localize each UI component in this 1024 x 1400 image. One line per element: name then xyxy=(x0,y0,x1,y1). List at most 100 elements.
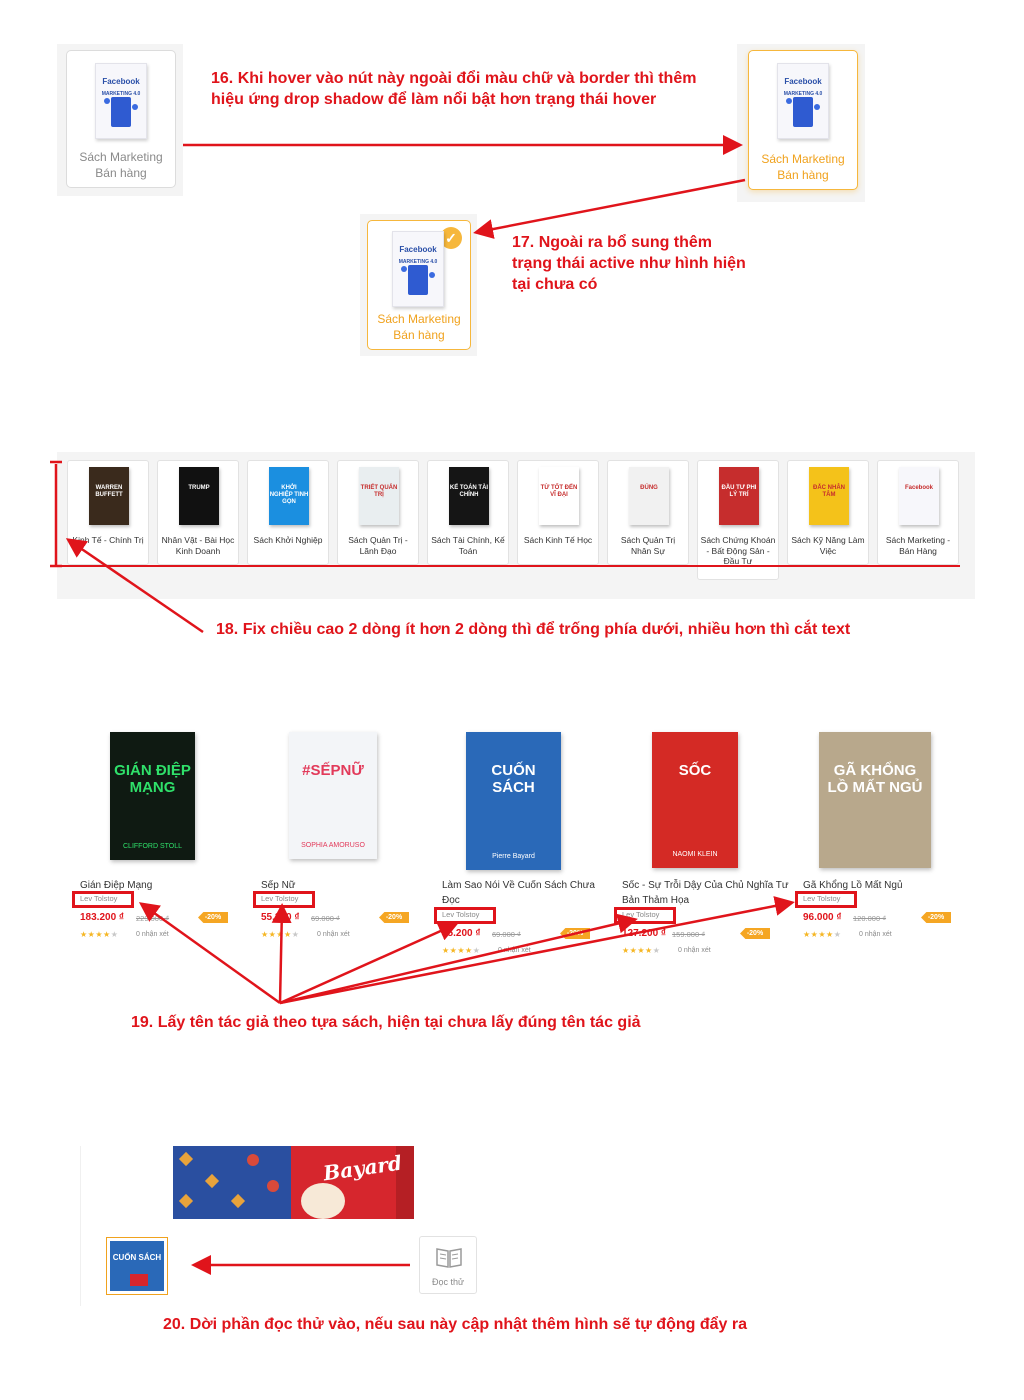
review-count[interactable]: 0 nhận xét xyxy=(498,947,531,954)
product-title[interactable]: Sốc - Sự Trỗi Dậy Của Chủ Nghĩa Tư Bản T… xyxy=(622,878,792,908)
rating-stars: ★★★★★ xyxy=(261,930,300,939)
category-book-cover-title: KHỞI NGHIỆP TINH GỌN xyxy=(269,485,309,505)
product-title[interactable]: Làm Sao Nói Về Cuốn Sách Chưa Đọc xyxy=(442,878,612,908)
product-cover[interactable]: GIÁN ĐIỆP MẠNG CLIFFORD STOLL xyxy=(110,732,195,860)
star-empty-icon: ★ xyxy=(833,930,842,939)
note-18: 18. Fix chiều cao 2 dòng ít hơn 2 dòng t… xyxy=(216,621,851,638)
star-empty-icon: ★ xyxy=(472,946,481,955)
category-name: Nhân Vật - Bài Học Kinh Doanh xyxy=(161,535,235,556)
category-button-hover[interactable]: Facebook MARKETING 4.0 Sách Marketing Bá… xyxy=(748,50,858,190)
discount-badge: -20% xyxy=(379,912,409,923)
product-card[interactable]: #SẾPNỮ SOPHIA AMORUSO Sếp Nữ Lev Tolstoy 55.… xyxy=(253,730,431,970)
review-count[interactable]: 0 nhận xét xyxy=(317,931,350,938)
product-card[interactable]: CUỐN SÁCH Pierre Bayard Làm Sao Nói Về Cuố… xyxy=(434,730,612,970)
category-item[interactable]: ĐÚNG Sách Quản Trị Nhân Sự xyxy=(607,460,689,565)
product-cover[interactable]: #SẾPNỮ SOPHIA AMORUSO xyxy=(289,732,377,859)
product-card[interactable]: GIÁN ĐIỆP MẠNG CLIFFORD STOLL Gián Điệp Mạ… xyxy=(72,730,250,970)
product-author[interactable]: Lev Tolstoy xyxy=(442,910,479,919)
category-name: Sách Tài Chính, Kế Toán xyxy=(431,535,505,556)
note-19: 19. Lấy tên tác giả theo tựa sách, hiện … xyxy=(131,1014,641,1031)
product-cover-title: GIÁN ĐIỆP MẠNG xyxy=(114,762,191,796)
discount-badge: -20% xyxy=(921,912,951,923)
product-cover-subtitle: NAOMI KLEIN xyxy=(672,851,718,858)
category-name: Sách Kỹ Năng Làm Việc xyxy=(791,535,865,556)
book-cover: Facebook MARKETING 4.0 xyxy=(777,63,829,139)
product-author[interactable]: Lev Tolstoy xyxy=(622,910,659,919)
product-cover-subtitle: SOPHIA AMORUSO xyxy=(301,842,365,849)
product-author[interactable]: Lev Tolstoy xyxy=(803,894,840,903)
category-book-cover: TRIẾT QUẢN TRỊ xyxy=(359,467,399,525)
category-book-cover: TRUMP xyxy=(179,467,219,525)
category-label: Sách Marketing Bán hàng xyxy=(749,151,857,183)
book-cover: Facebook MARKETING 4.0 xyxy=(95,63,147,139)
rating-stars: ★★★★★ xyxy=(80,930,119,939)
review-count[interactable]: 0 nhận xét xyxy=(859,931,892,938)
category-name: Sách Kinh Tế Học xyxy=(523,535,593,545)
category-button-normal[interactable]: Facebook MARKETING 4.0 Sách Marketing Bá… xyxy=(66,50,176,188)
book-cover: Facebook MARKETING 4.0 xyxy=(392,231,444,307)
book-open-icon xyxy=(436,1248,462,1268)
category-button-active[interactable]: ✓ Facebook MARKETING 4.0 Sách Marketing … xyxy=(367,220,471,350)
phone-illustration xyxy=(408,265,428,295)
phone-illustration xyxy=(111,97,131,127)
category-label: Sách Marketing Bán hàng xyxy=(67,149,175,181)
category-item[interactable]: TRUMP Nhân Vật - Bài Học Kinh Doanh xyxy=(157,460,239,565)
category-book-cover-title: ĐẮC NHÂN TÂM xyxy=(813,485,845,498)
preview-thumbnail[interactable]: CUỐN SÁCH xyxy=(106,1237,168,1295)
category-name: Sách Marketing - Bán Hàng xyxy=(885,535,951,556)
product-card[interactable]: SỐC NAOMI KLEIN Sốc - Sự Trỗi Dậy Của Chủ … xyxy=(614,730,792,970)
category-name: Sách Chứng Khoán - Bất Động Sản - Đầu Tư xyxy=(700,535,776,566)
category-item[interactable]: ĐẮC NHÂN TÂM Sách Kỹ Năng Làm Việc xyxy=(787,460,869,565)
book-cover-title: Facebook xyxy=(102,77,140,87)
category-name: Kinh Tế - Chính Trị xyxy=(72,535,144,545)
category-label-line2: Bán hàng xyxy=(777,168,829,182)
category-book-cover-title: WARREN BUFFETT xyxy=(95,485,123,498)
dot xyxy=(786,98,792,104)
rating-stars: ★★★★★ xyxy=(803,930,842,939)
preview-banner: Bayard xyxy=(173,1146,414,1219)
product-old-price: 120.000 ₫ xyxy=(853,914,887,923)
category-name: Sách Khởi Nghiệp xyxy=(253,535,323,545)
product-cover-subtitle: Pierre Bayard xyxy=(492,853,535,860)
rating-stars: ★★★★★ xyxy=(622,946,661,955)
book-cover-title: Facebook xyxy=(784,77,822,87)
category-item[interactable]: ĐẦU TƯ PHI LÝ TRÍ Sách Chứng Khoán - Bất … xyxy=(697,460,779,580)
category-book-cover: KHỞI NGHIỆP TINH GỌN xyxy=(269,467,309,525)
product-cover-subtitle: CLIFFORD STOLL xyxy=(123,843,182,850)
product-cover[interactable]: CUỐN SÁCH Pierre Bayard xyxy=(466,732,561,870)
product-author[interactable]: Lev Tolstoy xyxy=(261,894,298,903)
category-item[interactable]: WARREN BUFFETT Kinh Tế - Chính Trị xyxy=(67,460,149,565)
note-16: 16. Khi hover vào nút này ngoài đổi màu … xyxy=(211,70,697,108)
category-item[interactable]: TRIẾT QUẢN TRỊ Sách Quản Trị - Lãnh Đạo xyxy=(337,460,419,565)
category-book-cover: ĐẦU TƯ PHI LÝ TRÍ xyxy=(719,467,759,525)
category-book-cover: ĐÚNG xyxy=(629,467,669,525)
category-book-cover-title: ĐÚNG xyxy=(640,485,658,491)
discount-badge: -20% xyxy=(740,928,770,939)
category-item[interactable]: KHỞI NGHIỆP TINH GỌN Sách Khởi Nghiệp xyxy=(247,460,329,565)
category-label: Sách Marketing Bán hàng xyxy=(368,311,470,343)
category-item[interactable]: Facebook Sách Marketing - Bán Hàng xyxy=(877,460,959,565)
read-sample-button[interactable]: Đọc thử xyxy=(419,1236,477,1294)
category-book-cover-title: KẾ TOÁN TÀI CHÍNH xyxy=(449,485,489,498)
dot xyxy=(132,104,138,110)
category-label-line2: Bán hàng xyxy=(393,328,445,342)
category-book-cover: KẾ TOÁN TÀI CHÍNH xyxy=(449,467,489,525)
category-book-cover-title: ĐẦU TƯ PHI LÝ TRÍ xyxy=(721,485,757,498)
review-count[interactable]: 0 nhận xét xyxy=(678,947,711,954)
category-item[interactable]: TỪ TỐT ĐẾN VĨ ĐẠI Sách Kinh Tế Học xyxy=(517,460,599,565)
category-book-cover-title: TỪ TỐT ĐẾN VĨ ĐẠI xyxy=(540,485,578,498)
product-author[interactable]: Lev Tolstoy xyxy=(80,894,117,903)
category-item[interactable]: KẾ TOÁN TÀI CHÍNH Sách Tài Chính, Kế Toán xyxy=(427,460,509,565)
product-cover[interactable]: GÃ KHỔNG LỒ MẤT NGỦ xyxy=(819,732,931,868)
product-price: 183.200 ₫ xyxy=(80,912,125,923)
product-card[interactable]: GÃ KHỔNG LỒ MẤT NGỦ Gã Khổng Lồ Mất Ngủ Le… xyxy=(795,730,973,970)
product-cover[interactable]: SỐC NAOMI KLEIN xyxy=(652,732,738,868)
category-label-line1: Sách Marketing xyxy=(377,312,461,326)
category-book-cover-title: Facebook xyxy=(904,485,933,491)
review-count[interactable]: 0 nhận xét xyxy=(136,931,169,938)
category-label-line1: Sách Marketing xyxy=(79,150,163,164)
star-empty-icon: ★ xyxy=(291,930,300,939)
product-cover-title: CUỐN SÁCH xyxy=(491,762,536,796)
dot xyxy=(429,272,435,278)
phone-illustration xyxy=(793,97,813,127)
